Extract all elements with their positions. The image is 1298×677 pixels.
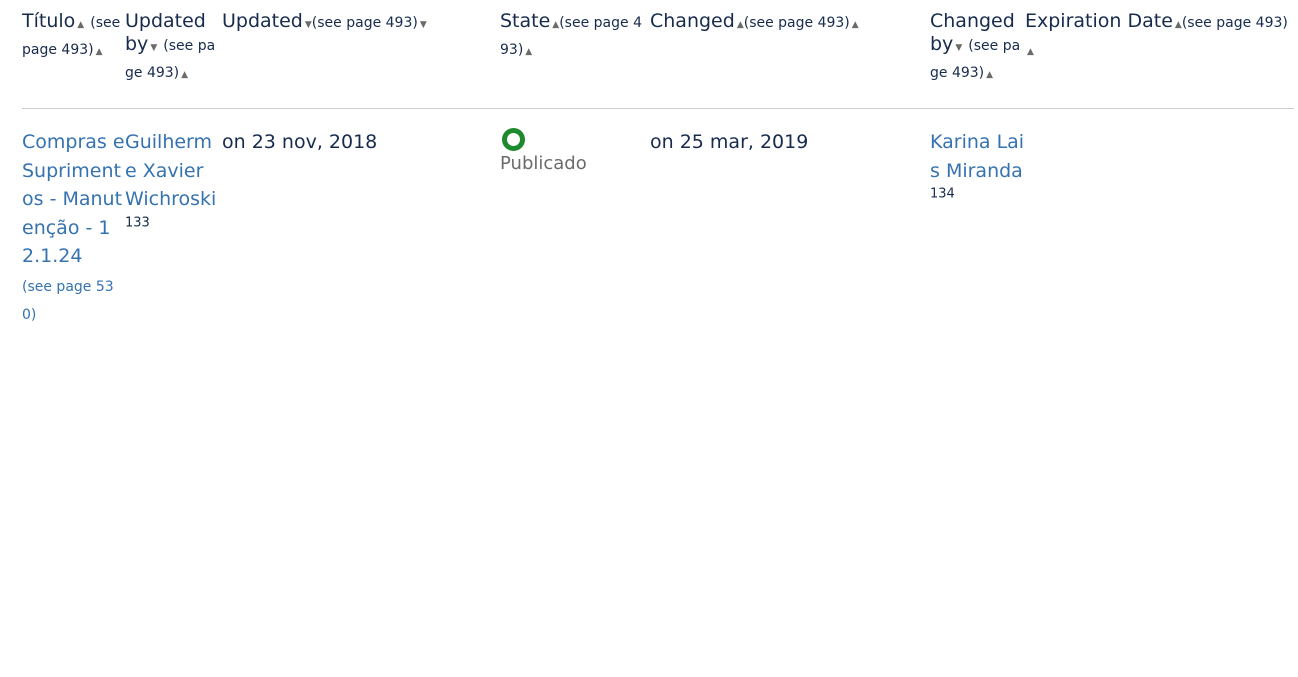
header-updated-by[interactable]: Updated by ▼ (see page 493) ▲ [125, 10, 222, 109]
cell-state: Publicado [500, 109, 650, 328]
page-title-link[interactable]: Compras e Suprimentos - Manutenção - 12.… [22, 131, 125, 267]
sort-down-triangle-icon[interactable]: ▼ [150, 43, 157, 53]
sort-up-triangle-icon[interactable]: ▲ [1175, 20, 1182, 30]
updated-by-user-link[interactable]: Guilherme Xavier Wichroski [125, 131, 216, 210]
header-row: Título ▲ (see page 493) ▲ Updated by ▼ (see… [22, 10, 1294, 109]
sort-up-triangle-icon[interactable]: ▲ [737, 20, 744, 30]
changed-by-user-link[interactable]: Karina Lais Miranda [930, 131, 1024, 182]
updated-by-footnote: 133 [125, 215, 150, 231]
cell-expiration [1025, 109, 1294, 328]
header-updated-ref: (see page 493) [311, 15, 418, 31]
cell-changed: on 25 mar, 2019 [650, 109, 930, 328]
header-expiration-ref: (see page 493) [1181, 15, 1288, 31]
sort-up-triangle-icon[interactable]: ▲ [96, 47, 103, 57]
updated-date: on 23 nov, 2018 [222, 131, 378, 153]
state-label: Publicado [500, 153, 587, 174]
changed-date: on 25 mar, 2019 [650, 131, 809, 153]
cell-title: Compras e Suprimentos - Manutenção - 12.… [22, 109, 125, 328]
sort-up-triangle-icon[interactable]: ▲ [525, 47, 532, 57]
header-state-label: State [500, 10, 551, 32]
sort-up-triangle-icon[interactable]: ▲ [986, 70, 993, 80]
changed-by-footnote: 134 [930, 186, 955, 202]
header-updated[interactable]: Updated ▼(see page 493) ▼ [222, 10, 500, 109]
sort-up-triangle-icon[interactable]: ▲ [77, 20, 84, 30]
header-expiration[interactable]: Expiration Date ▲(see page 493)▲ [1025, 10, 1294, 109]
status-ring-icon [502, 128, 525, 151]
header-changed[interactable]: Changed ▲(see page 493) ▲ [650, 10, 930, 109]
header-titulo[interactable]: Título ▲ (see page 493) ▲ [22, 10, 125, 109]
sort-down-triangle-icon[interactable]: ▼ [305, 20, 312, 30]
header-changed-by[interactable]: Changed by ▼ (see page 493) ▲ [930, 10, 1025, 109]
header-state[interactable]: State ▲(see page 493) ▲ [500, 10, 650, 109]
cell-changed-by: Karina Lais Miranda 134 [930, 109, 1025, 328]
page-tree-table: Título ▲ (see page 493) ▲ Updated by ▼ (see… [22, 10, 1294, 328]
header-updated-label: Updated [222, 10, 303, 32]
table-row: Compras e Suprimentos - Manutenção - 12.… [22, 109, 1294, 328]
header-changed-label: Changed [650, 10, 735, 32]
sort-down-triangle-icon[interactable]: ▼ [955, 43, 962, 53]
cell-updated-by: Guilherme Xavier Wichroski 133 [125, 109, 222, 328]
page-title-ref-link[interactable]: (see page 530) [22, 279, 114, 324]
header-expiration-label: Expiration Date [1025, 10, 1173, 32]
sort-up-triangle-icon[interactable]: ▲ [852, 20, 859, 30]
sort-down-triangle-icon[interactable]: ▼ [420, 20, 427, 30]
sort-up-triangle-icon[interactable]: ▲ [1027, 47, 1034, 57]
sort-up-triangle-icon[interactable]: ▲ [181, 70, 188, 80]
header-changed-ref: (see page 493) [743, 15, 850, 31]
header-titulo-label: Título [22, 10, 76, 32]
cell-updated: on 23 nov, 2018 [222, 109, 500, 328]
